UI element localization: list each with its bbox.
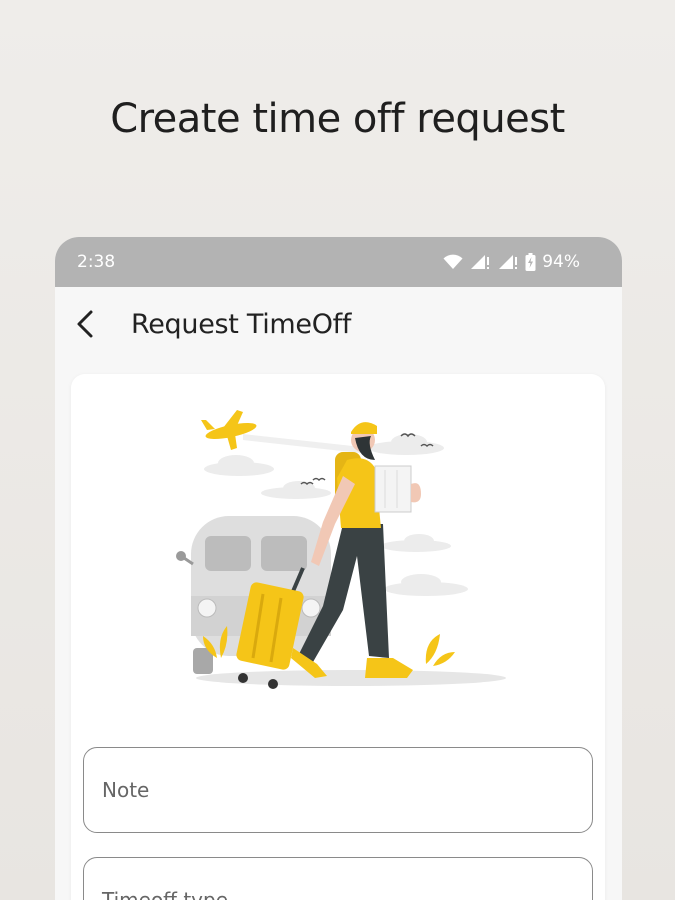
battery-percent: 94% <box>542 252 580 272</box>
timeoff-type-field[interactable]: Timeoff type <box>83 857 593 900</box>
app-bar: Request TimeOff <box>55 287 622 361</box>
headline: Create time off request <box>110 96 565 142</box>
phone-screen: 2:38 94% Request TimeOff Note Timeoff ty… <box>55 237 622 900</box>
back-button[interactable] <box>75 304 103 344</box>
status-bar: 2:38 94% <box>55 237 622 287</box>
traveler-with-suitcase-illustration <box>176 410 506 689</box>
note-field[interactable]: Note <box>83 747 593 833</box>
battery-icon <box>525 253 536 271</box>
page-title: Request TimeOff <box>131 308 352 340</box>
status-icons: 94% <box>443 252 580 272</box>
note-placeholder: Note <box>102 778 150 802</box>
status-time: 2:38 <box>77 252 116 272</box>
signal-icon <box>499 255 518 269</box>
timeoff-type-placeholder: Timeoff type <box>102 888 228 900</box>
request-form-card: Note Timeoff type <box>71 374 605 900</box>
wifi-icon <box>443 254 463 269</box>
chevron-left-icon <box>77 310 93 338</box>
signal-icon <box>471 255 490 269</box>
